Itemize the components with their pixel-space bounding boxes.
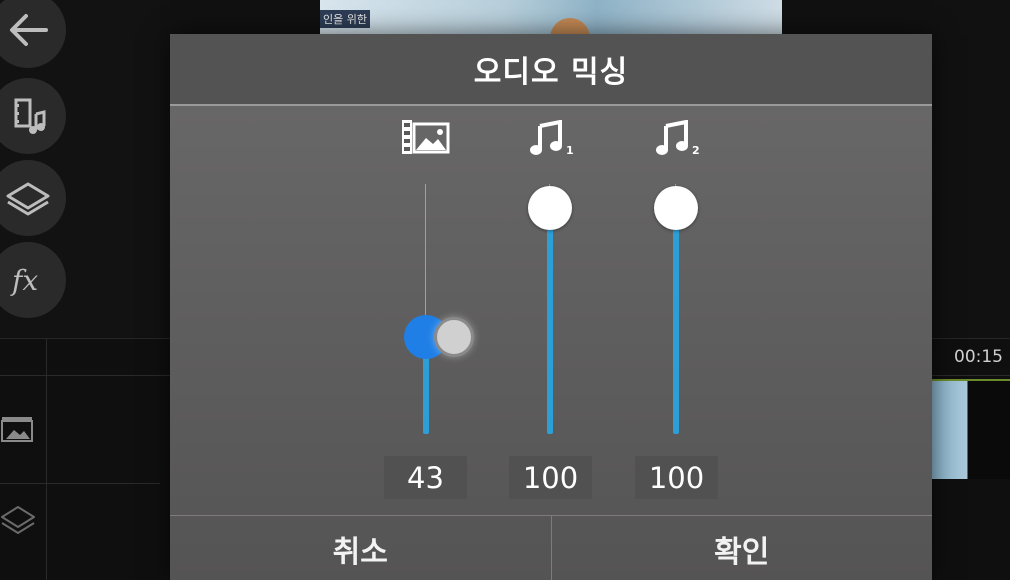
svg-text:1: 1 [566,144,574,156]
fx-icon: fx [0,252,56,308]
audio-mixing-dialog: 오디오 믹싱 1 2 43 100 100 취소 확인 [170,34,932,580]
music-1-volume-slider[interactable] [528,184,572,434]
left-toolbar: fx [0,0,160,340]
editor-screen: 인을 위한 fx 00:15 오디오 믹싱 1 2 43 100 100 취소 … [0,0,1010,580]
svg-text:2: 2 [692,144,700,156]
music-track-1-icon: 1 [528,120,576,156]
video-volume-value: 43 [384,456,467,499]
svg-text:fx: fx [10,264,38,297]
timeline-track-line [0,483,160,484]
slider-knob[interactable] [654,186,698,230]
video-volume-slider[interactable] [404,184,474,434]
preview-caption: 인을 위한 [320,10,370,28]
dialog-header: 오디오 믹싱 [170,34,932,106]
back-button[interactable] [0,0,66,68]
timeline-time-label: 00:15 [954,347,1003,367]
slider-knob[interactable] [528,186,572,230]
video-clip-icon [402,120,450,154]
video-track-icon [0,413,34,451]
effects-button[interactable]: fx [0,242,66,318]
media-button[interactable] [0,78,66,154]
music-track-2-icon: 2 [654,120,702,156]
slider-fill [673,208,679,434]
slider-fill [547,208,553,434]
dialog-title: 오디오 믹싱 [473,55,629,90]
slider-drag-handle[interactable] [434,316,474,357]
layer-track-icon [0,501,36,541]
dialog-footer: 취소 확인 [170,515,932,580]
music-1-volume-value: 100 [509,456,592,499]
cancel-button[interactable]: 취소 [170,516,551,580]
timeline-clip[interactable] [932,379,1010,479]
music-2-volume-value: 100 [635,456,718,499]
layers-icon [0,170,56,226]
confirm-button[interactable]: 확인 [552,516,933,580]
back-arrow-icon [0,2,56,58]
music-2-volume-slider[interactable] [654,184,698,434]
media-music-icon [0,88,56,144]
layers-button[interactable] [0,160,66,236]
